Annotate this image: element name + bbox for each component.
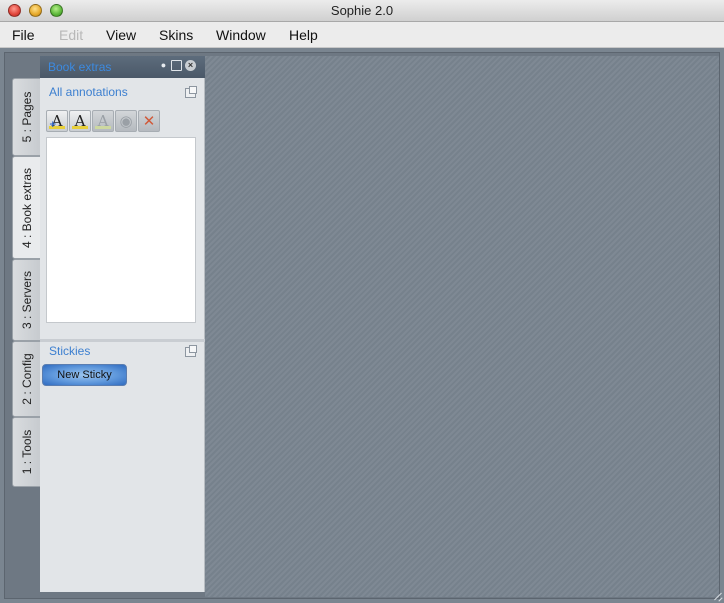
add-annotation-icon[interactable]: A +: [46, 110, 68, 132]
expand-stickies-icon[interactable]: [185, 345, 197, 357]
menu-skins[interactable]: Skins: [159, 27, 193, 43]
tab-config-label: 2 : Config: [19, 353, 34, 405]
all-annotations-title: All annotations: [49, 85, 128, 99]
edit-annotation-icon[interactable]: A: [92, 110, 114, 132]
tab-servers-label: 3 : Servers: [19, 270, 34, 330]
section-divider[interactable]: [40, 339, 205, 342]
stickies-title: Stickies: [49, 344, 91, 358]
float-icon[interactable]: [171, 60, 182, 71]
tab-pages[interactable]: 5 : Pages: [12, 78, 41, 156]
expand-annotations-icon[interactable]: [185, 86, 197, 98]
menu-bar: File Edit View Skins Window Help: [0, 22, 724, 48]
menu-file[interactable]: File: [12, 27, 35, 43]
document-workspace[interactable]: [205, 56, 719, 597]
new-sticky-button[interactable]: New Sticky: [42, 364, 127, 386]
title-bar: Sophie 2.0: [0, 0, 724, 22]
annotations-list[interactable]: [46, 137, 196, 323]
pin-icon[interactable]: ●: [158, 60, 169, 71]
tab-tools[interactable]: 1 : Tools: [12, 417, 41, 487]
tab-servers[interactable]: 3 : Servers: [12, 259, 41, 341]
tab-book-extras-label: 4 : Book extras: [20, 167, 34, 248]
tab-pages-label: 5 : Pages: [19, 91, 34, 143]
panel-header: Book extras ● ×: [40, 56, 205, 78]
book-extras-panel: Book extras ● × All annotations A + A A …: [40, 56, 205, 592]
tab-config[interactable]: 2 : Config: [12, 341, 41, 417]
delete-annotation-icon[interactable]: ✕: [138, 110, 160, 132]
close-icon[interactable]: ×: [185, 60, 196, 71]
vertical-tab-strip: 5 : Pages 4 : Book extras 3 : Servers 2 …: [10, 78, 41, 488]
tab-book-extras[interactable]: 4 : Book extras: [12, 156, 41, 259]
menu-edit[interactable]: Edit: [59, 27, 83, 43]
toggle-visibility-icon[interactable]: ◉: [115, 110, 137, 132]
highlight-annotation-icon[interactable]: A: [69, 110, 91, 132]
window-title: Sophie 2.0: [330, 3, 394, 18]
menu-window[interactable]: Window: [216, 27, 266, 43]
resize-grip-icon[interactable]: [712, 591, 722, 601]
panel-title: Book extras: [48, 60, 112, 74]
tab-tools-label: 1 : Tools: [19, 429, 34, 475]
menu-help[interactable]: Help: [289, 27, 318, 43]
menu-view[interactable]: View: [106, 27, 136, 43]
